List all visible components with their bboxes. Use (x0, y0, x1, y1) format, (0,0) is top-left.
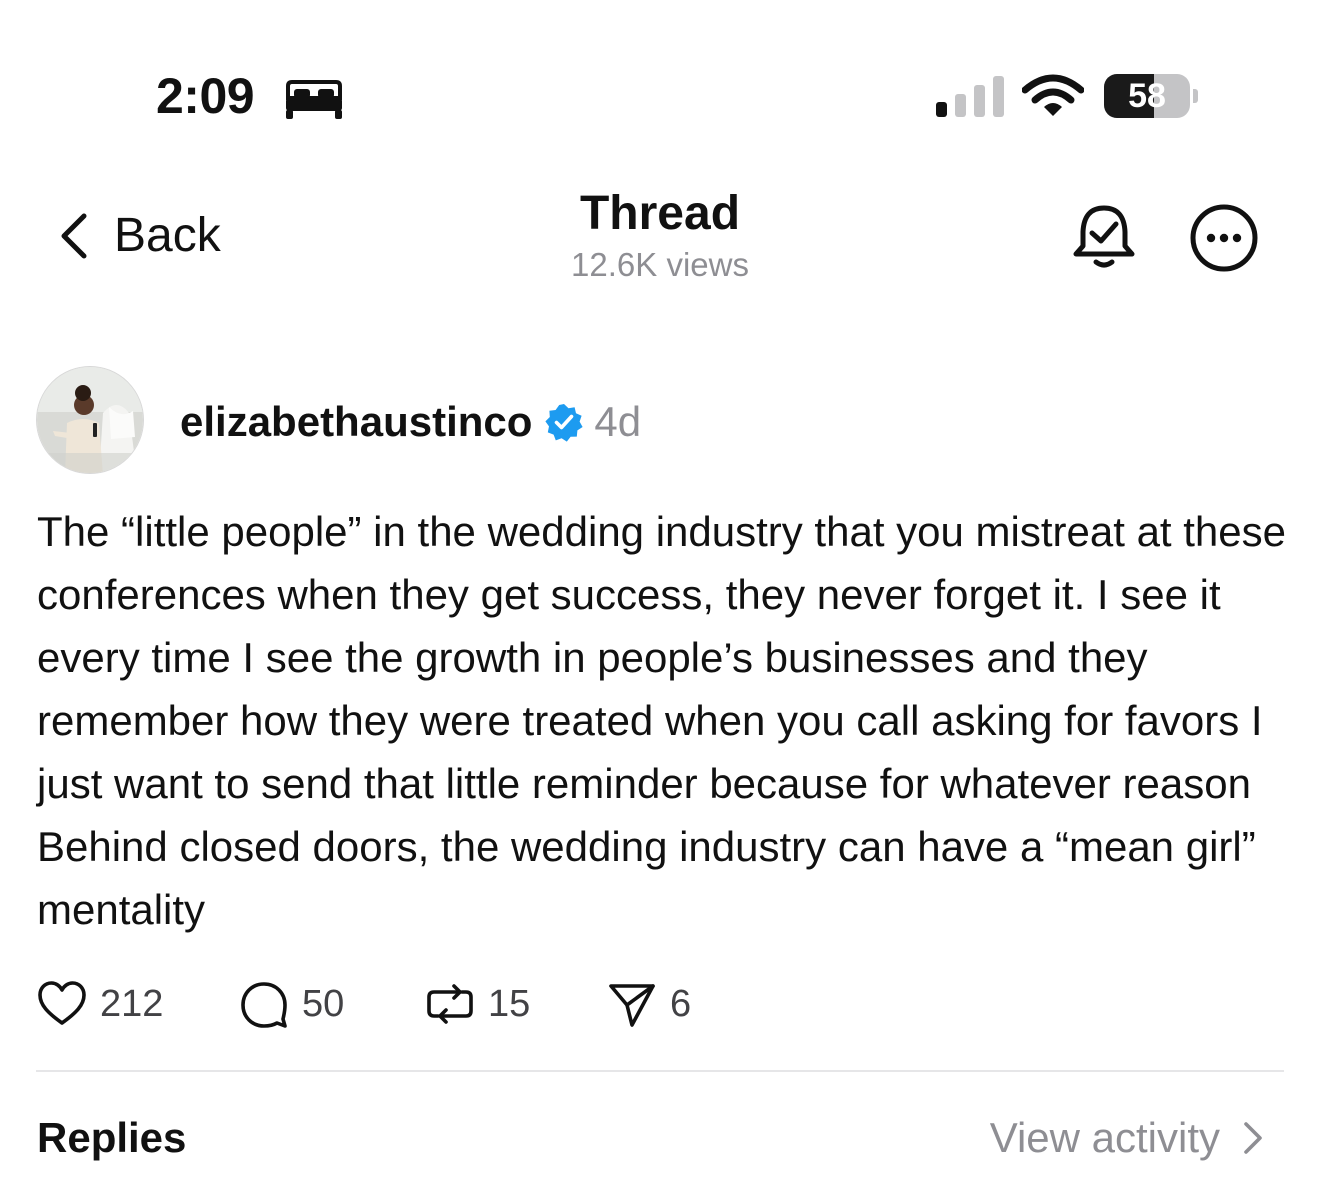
like-count: 212 (100, 982, 164, 1025)
wifi-icon (1022, 74, 1084, 116)
view-activity-link[interactable]: View activity (990, 1112, 1264, 1164)
post-text: The “little people” in the wedding indus… (37, 508, 1287, 933)
bell-check-icon[interactable] (1068, 200, 1140, 272)
more-icon[interactable] (1188, 202, 1260, 274)
repost-icon (427, 984, 473, 1024)
share-button[interactable]: 6 (606, 978, 691, 1030)
post-meta: elizabethaustinco 4d (180, 394, 641, 450)
like-button[interactable]: 212 (36, 978, 163, 1030)
avatar-photo (37, 367, 143, 473)
chevron-right-icon (1244, 1122, 1262, 1154)
status-time: 2:09 (156, 68, 255, 124)
divider (36, 1070, 1284, 1072)
heart-icon (38, 981, 86, 1025)
verified-badge-icon (545, 404, 584, 442)
repost-button[interactable]: 15 (424, 978, 530, 1030)
bed-icon (286, 80, 342, 119)
back-label: Back (114, 209, 221, 262)
avatar[interactable] (36, 366, 144, 474)
cellular-signal-icon (936, 76, 1004, 117)
repost-count: 15 (488, 982, 531, 1025)
view-count: 12.6K views (571, 246, 749, 283)
chevron-left-icon (61, 213, 87, 259)
battery-icon: 58 (1104, 74, 1198, 118)
username[interactable]: elizabethaustinco (180, 398, 532, 446)
comment-icon (241, 982, 287, 1028)
view-activity-label: View activity (989, 1114, 1220, 1161)
replies-heading: Replies (37, 1114, 187, 1161)
page-title: Thread (579, 187, 741, 240)
reply-count: 50 (302, 982, 345, 1025)
send-icon (609, 984, 655, 1027)
reply-button[interactable]: 50 (238, 978, 344, 1030)
share-count: 6 (670, 982, 692, 1025)
post-age: 4d (594, 398, 642, 445)
battery-level: 58 (1128, 77, 1166, 115)
back-button[interactable]: Back (56, 206, 221, 266)
